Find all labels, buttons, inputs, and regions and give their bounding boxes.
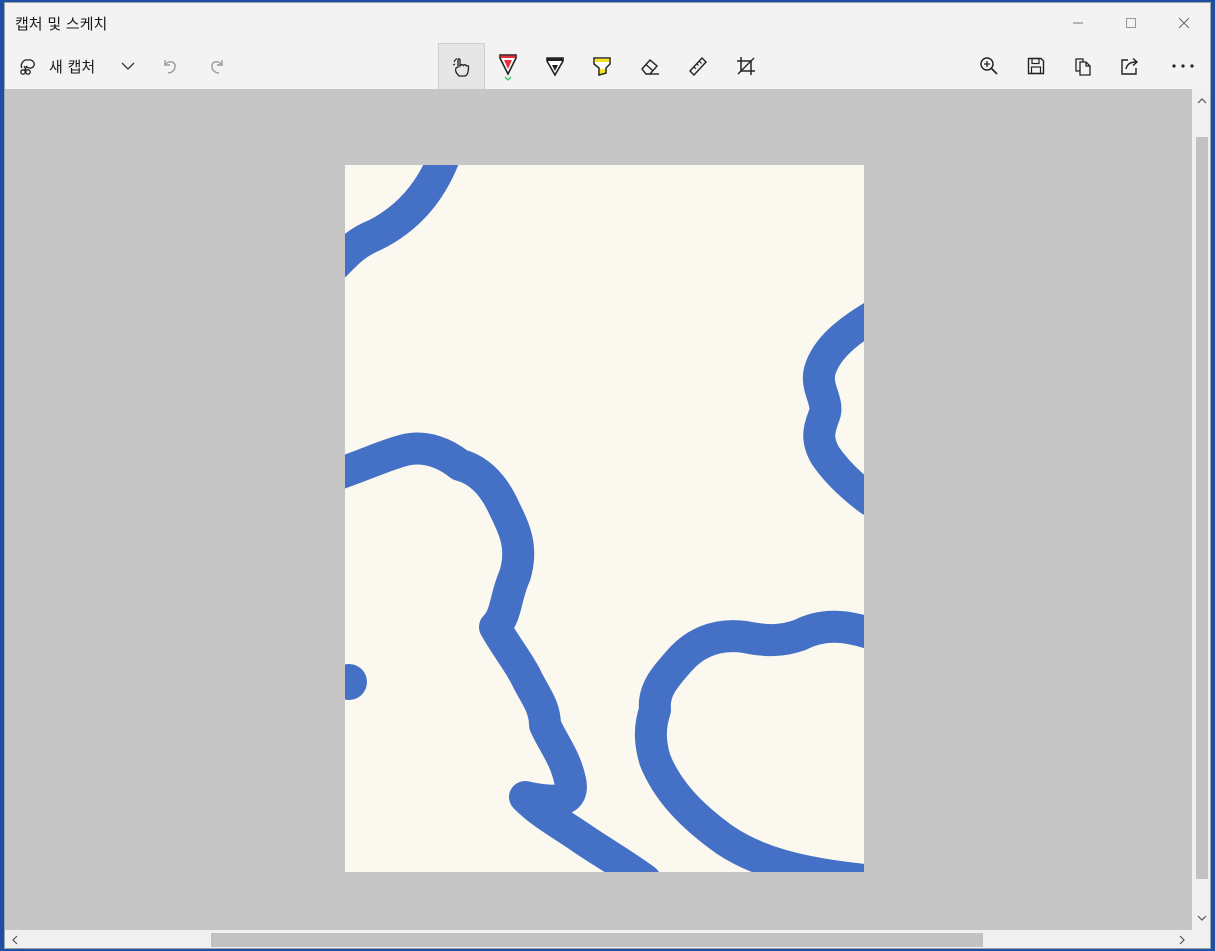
zoom-button[interactable] xyxy=(966,43,1012,89)
title-bar: 캡처 및 스케치 xyxy=(5,3,1210,43)
new-capture-label: 새 캡처 xyxy=(49,57,96,76)
share-button[interactable] xyxy=(1107,43,1153,89)
minimize-icon xyxy=(1072,22,1083,24)
save-button[interactable] xyxy=(1013,43,1059,89)
window-title: 캡처 및 스케치 xyxy=(15,15,108,33)
undo-icon xyxy=(164,60,176,74)
maximize-icon xyxy=(1125,18,1136,28)
captured-image-drawing xyxy=(345,165,864,872)
horizontal-scroll-thumb[interactable] xyxy=(211,933,983,947)
close-button[interactable] xyxy=(1157,3,1210,43)
touch-writing-button[interactable] xyxy=(438,43,485,89)
scroll-left-button[interactable] xyxy=(5,930,25,948)
pencil-button[interactable] xyxy=(532,43,578,89)
save-icon xyxy=(1027,57,1045,75)
snip-sketch-window: 캡처 및 스케치 새 캡처 xyxy=(4,2,1211,949)
highlighter-icon xyxy=(593,57,611,76)
vertical-scroll-thumb[interactable] xyxy=(1196,137,1208,879)
redo-button[interactable] xyxy=(202,43,232,89)
vertical-scrollbar[interactable] xyxy=(1192,89,1210,930)
more-options-button[interactable] xyxy=(1160,43,1206,89)
snip-icon xyxy=(20,59,35,75)
toolbar: 새 캡처 xyxy=(5,43,1210,129)
maximize-button[interactable] xyxy=(1104,3,1157,43)
horizontal-scrollbar[interactable] xyxy=(5,930,1192,948)
ballpoint-pen-icon xyxy=(499,54,517,81)
captured-image[interactable] xyxy=(345,165,864,872)
scroll-down-button[interactable] xyxy=(1192,908,1210,928)
chevron-right-icon xyxy=(1179,935,1185,945)
capture-mode-dropdown[interactable] xyxy=(113,43,143,89)
eraser-button[interactable] xyxy=(626,43,674,89)
scroll-up-button[interactable] xyxy=(1192,91,1210,111)
redo-icon xyxy=(211,60,223,74)
canvas-area[interactable] xyxy=(5,89,1192,930)
chevron-down-small-icon xyxy=(1197,915,1207,921)
window-controls xyxy=(1051,3,1210,43)
copy-button[interactable] xyxy=(1060,43,1106,89)
chevron-left-icon xyxy=(12,935,18,945)
ballpoint-pen-button[interactable] xyxy=(484,43,532,89)
scroll-right-button[interactable] xyxy=(1172,930,1192,948)
share-icon xyxy=(1121,57,1139,75)
touch-writing-icon xyxy=(452,57,469,77)
undo-button[interactable] xyxy=(155,43,185,89)
chevron-down-icon xyxy=(121,62,135,70)
crop-button[interactable] xyxy=(722,43,770,89)
copy-icon xyxy=(1075,58,1091,76)
chevron-up-icon xyxy=(1197,98,1207,104)
close-icon xyxy=(1178,17,1189,29)
highlighter-button[interactable] xyxy=(578,43,626,89)
ruler-button[interactable] xyxy=(674,43,722,89)
crop-icon xyxy=(737,57,755,75)
zoom-in-icon xyxy=(980,57,998,75)
ruler-icon xyxy=(689,56,707,77)
pencil-icon xyxy=(546,57,564,77)
eraser-icon xyxy=(641,59,659,75)
scrollbar-corner xyxy=(1192,930,1210,948)
more-icon xyxy=(1172,64,1194,68)
minimize-button[interactable] xyxy=(1051,3,1104,43)
